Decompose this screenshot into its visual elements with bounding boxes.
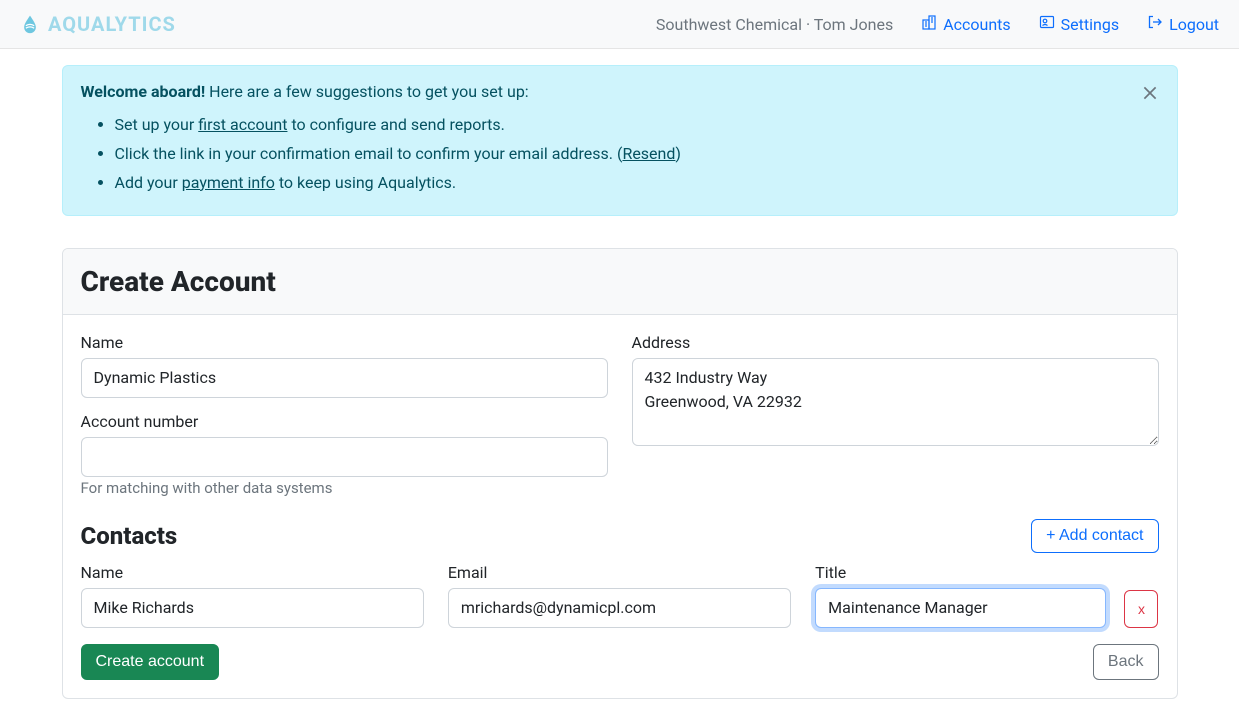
create-account-button[interactable]: Create account xyxy=(81,644,220,680)
close-icon xyxy=(1141,90,1159,105)
contact-email-input[interactable] xyxy=(448,588,791,628)
contact-name-input[interactable] xyxy=(81,588,424,628)
contact-title-input[interactable] xyxy=(815,588,1106,628)
account-number-label: Account number xyxy=(81,412,608,431)
nav-logout-label: Logout xyxy=(1169,15,1219,34)
nav-settings-label: Settings xyxy=(1061,15,1119,34)
user-card-icon xyxy=(1039,14,1055,34)
brand[interactable]: AQUALYTICS xyxy=(20,12,176,36)
alert-list: Set up your first account to configure a… xyxy=(81,113,1159,195)
contact-row: Name Email Title x xyxy=(81,563,1159,628)
alert-heading-strong: Welcome aboard! xyxy=(81,82,206,101)
create-account-panel: Create Account Name Account number For m… xyxy=(62,248,1178,699)
account-number-input[interactable] xyxy=(81,437,608,477)
building-icon xyxy=(921,14,937,34)
alert-close-button[interactable] xyxy=(1137,80,1163,109)
alert-item-confirm-email: Click the link in your confirmation emai… xyxy=(115,142,1159,167)
nav-right: Southwest Chemical · Tom Jones Accounts xyxy=(656,14,1219,34)
nav-accounts-label: Accounts xyxy=(943,15,1010,34)
navbar: AQUALYTICS Southwest Chemical · Tom Jone… xyxy=(0,0,1239,49)
main-container: Welcome aboard! Here are a few suggestio… xyxy=(62,49,1178,723)
contact-name-label: Name xyxy=(81,563,424,582)
first-account-link[interactable]: first account xyxy=(198,115,287,134)
address-label: Address xyxy=(632,333,1159,352)
logout-icon xyxy=(1147,14,1163,34)
brand-name: AQUALYTICS xyxy=(48,12,176,36)
contact-title-label: Title xyxy=(815,563,1158,582)
welcome-alert: Welcome aboard! Here are a few suggestio… xyxy=(62,65,1178,216)
address-input[interactable] xyxy=(632,358,1159,446)
alert-item-payment: Add your payment info to keep using Aqua… xyxy=(115,171,1159,196)
alert-heading-rest: Here are a few suggestions to get you se… xyxy=(205,82,528,101)
contacts-title: Contacts xyxy=(81,522,178,550)
account-number-help: For matching with other data systems xyxy=(81,479,608,497)
nav-accounts[interactable]: Accounts xyxy=(921,14,1010,34)
back-button[interactable]: Back xyxy=(1093,644,1159,680)
panel-header: Create Account xyxy=(63,249,1177,315)
name-input[interactable] xyxy=(81,358,608,398)
alert-item-first-account: Set up your first account to configure a… xyxy=(115,113,1159,138)
panel-body: Name Account number For matching with ot… xyxy=(63,315,1177,698)
remove-contact-button[interactable]: x xyxy=(1124,590,1158,628)
alert-heading: Welcome aboard! Here are a few suggestio… xyxy=(81,82,1159,101)
nav-settings[interactable]: Settings xyxy=(1039,14,1119,34)
payment-info-link[interactable]: payment info xyxy=(182,173,275,192)
contact-email-label: Email xyxy=(448,563,791,582)
name-label: Name xyxy=(81,333,608,352)
nav-logout[interactable]: Logout xyxy=(1147,14,1219,34)
page-title: Create Account xyxy=(81,265,1159,298)
org-user-label: Southwest Chemical · Tom Jones xyxy=(656,15,893,34)
brand-logo-icon xyxy=(20,14,40,34)
resend-link[interactable]: Resend xyxy=(622,144,675,163)
add-contact-button[interactable]: + Add contact xyxy=(1031,519,1158,553)
